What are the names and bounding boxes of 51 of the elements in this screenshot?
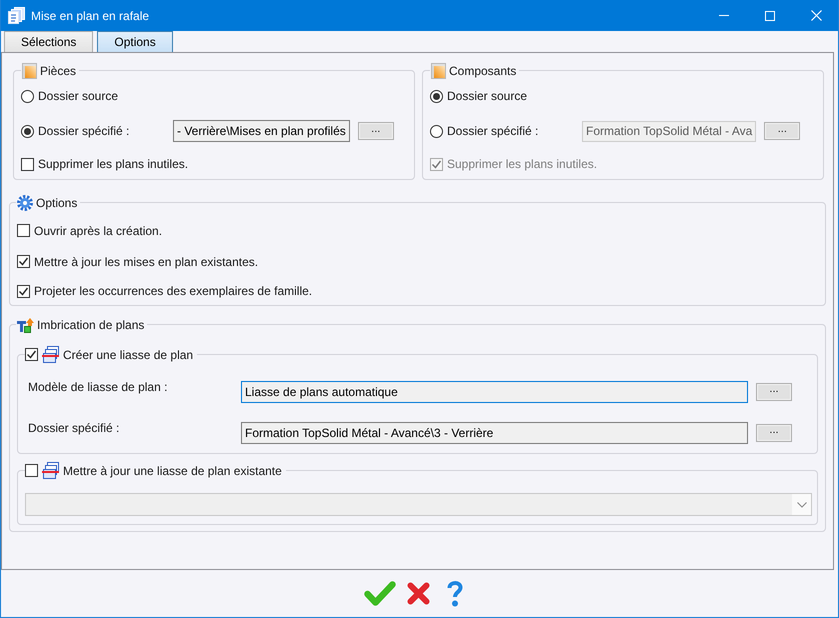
gear-icon: [17, 194, 33, 210]
checkbox-label: Projeter les occurrences des exemplaires de famille.: [34, 284, 312, 298]
checkbox-label: Créer une liasse de plan: [63, 348, 194, 362]
chevron-down-icon: [797, 502, 807, 508]
checkbox[interactable]: [17, 224, 30, 237]
text-field[interactable]: Formation TopSolid Métal - Avancé\3 - Verrière: [241, 422, 748, 444]
checkbox-label: Mettre à jour une liasse de plan existante: [63, 464, 282, 478]
printer-icon: [42, 462, 59, 479]
shapes-icon: [17, 316, 34, 332]
text-field[interactable]: - Verrière\Mises en plan profilés: [173, 120, 350, 142]
tab[interactable]: Options: [97, 31, 173, 52]
cancel-button[interactable]: [406, 582, 430, 605]
radio-button[interactable]: [430, 124, 443, 138]
browse-button[interactable]: ...: [756, 424, 792, 442]
group-title: Composants: [449, 64, 516, 78]
checkbox-label: Supprimer les plans inutiles.: [447, 157, 598, 171]
group-title: Options: [36, 196, 78, 210]
field-label: Dossier spécifié :: [28, 420, 120, 435]
radio-label: Dossier source: [38, 89, 118, 103]
text-field[interactable]: Liasse de plans automatique: [241, 380, 748, 402]
browse-button[interactable]: ...: [358, 122, 394, 140]
maximize-icon: [765, 10, 775, 20]
checkbox-label: Ouvrir après la création.: [34, 224, 162, 238]
checkbox-label: Mettre à jour les mises en plan existantes.: [34, 254, 258, 268]
check-icon: [364, 580, 396, 606]
help-icon: [446, 580, 462, 607]
checkbox[interactable]: [25, 464, 38, 477]
browse-button[interactable]: ...: [764, 122, 800, 140]
window-title: Mise en plan en rafale: [31, 8, 150, 22]
radio-button[interactable]: [430, 90, 443, 102]
radio-label: Dossier spécifié :: [447, 124, 538, 138]
radio-label: Dossier spécifié :: [38, 124, 130, 138]
radio-label: Dossier source: [447, 89, 528, 103]
checkbox-label: Supprimer les plans inutiles.: [38, 157, 188, 171]
cross-icon: [406, 582, 430, 605]
checkbox[interactable]: [21, 158, 34, 170]
checkbox[interactable]: [17, 284, 30, 298]
field-label: Modèle de liasse de plan :: [28, 379, 168, 394]
help-button[interactable]: [446, 580, 462, 607]
minimize-icon: [719, 15, 729, 16]
tab[interactable]: Sélections: [4, 31, 94, 52]
radio-button[interactable]: [21, 90, 34, 102]
checkbox[interactable]: [17, 255, 30, 268]
printer-icon: [42, 346, 59, 363]
checkbox[interactable]: [25, 348, 38, 361]
browse-button[interactable]: ...: [756, 382, 792, 400]
group-title: Pièces: [40, 64, 76, 78]
group-title: Imbrication de plans: [37, 318, 144, 332]
documents-icon: [8, 7, 25, 24]
radio-button[interactable]: [21, 124, 34, 138]
close-icon: [810, 10, 822, 21]
